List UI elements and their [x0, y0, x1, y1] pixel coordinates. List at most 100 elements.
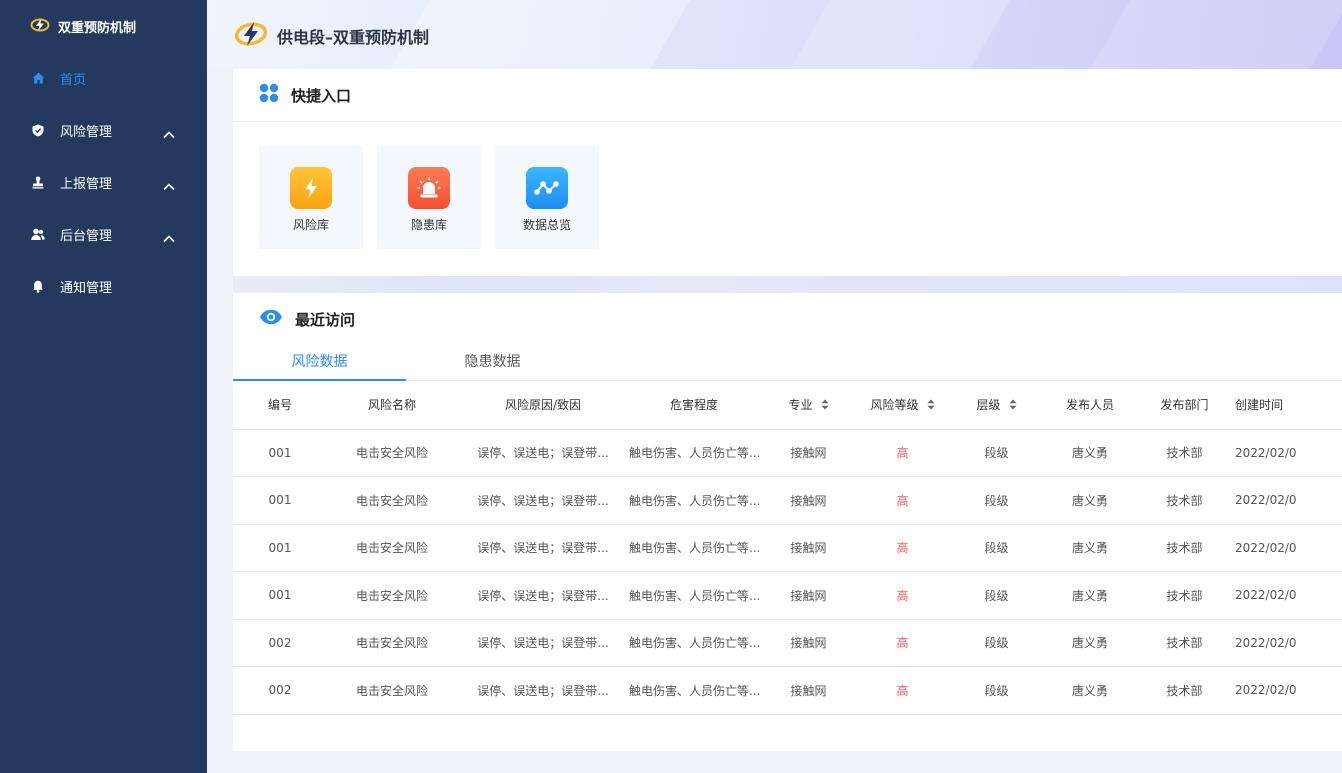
cell-major: 接触网	[759, 429, 858, 477]
cell-id: 001	[233, 476, 327, 525]
alarm-icon	[408, 167, 450, 209]
cell-level: 高	[858, 666, 947, 715]
column-header: 发布部门	[1134, 381, 1235, 430]
cell-dept: 技术部	[1134, 571, 1235, 620]
sidebar-item-admin[interactable]: 后台管理	[0, 208, 207, 260]
lightning-logo-icon	[30, 17, 50, 36]
cell-publisher: 唐义勇	[1046, 571, 1134, 620]
table-row[interactable]: 001 电击安全风险 误停、误送电；误登带... 触电伤害、人员伤亡等... 接触网高段…	[233, 429, 1342, 477]
cell-dept: 技术部	[1134, 524, 1235, 572]
lightning-logo-icon	[234, 20, 268, 52]
recent-visits-card: 最近访问 风险数据 隐患数据 编号 风险名称 风险原因/致因 危害程度 专业 风…	[233, 293, 1342, 751]
cell-harm: 触电伤害、人员伤亡等...	[629, 429, 759, 477]
cell-publisher: 唐义勇	[1046, 429, 1134, 477]
cell-name: 电击安全风险	[327, 476, 457, 525]
cell-dept: 技术部	[1134, 619, 1235, 667]
cell-major: 接触网	[759, 524, 858, 572]
cell-publisher: 唐义勇	[1046, 476, 1134, 525]
header: 供电段–双重预防机制	[207, 0, 1342, 69]
cell-publisher: 唐义勇	[1046, 524, 1134, 572]
cell-name: 电击安全风险	[327, 619, 457, 667]
cell-harm: 触电伤害、人员伤亡等...	[629, 619, 759, 667]
cell-major: 接触网	[759, 571, 858, 620]
table-row[interactable]: 002 电击安全风险 误停、误送电；误登带... 触电伤害、人员伤亡等... 接触网高段…	[233, 666, 1342, 715]
cell-level: 高	[858, 429, 947, 477]
cell-level: 高	[858, 571, 947, 620]
page-title: 供电段–双重预防机制	[277, 28, 430, 47]
column-header-sortable[interactable]: 层级	[947, 381, 1046, 430]
stamp-icon	[30, 174, 46, 190]
cell-id: 001	[233, 524, 327, 572]
column-header-sortable[interactable]: 专业	[759, 381, 858, 430]
sort-icon[interactable]	[1009, 399, 1017, 413]
sidebar-item-label: 风险管理	[60, 124, 113, 140]
chevron-up-icon[interactable]	[163, 124, 175, 143]
column-header: 风险名称	[327, 381, 457, 430]
cell-dept: 技术部	[1134, 666, 1235, 715]
sidebar-item-label: 通知管理	[60, 280, 113, 296]
sidebar: 双重预防机制 首页 风险管理 上报管理 后台管理 通知管理	[0, 0, 207, 773]
sidebar-item-risk[interactable]: 风险管理	[0, 104, 207, 156]
tab-risk-data[interactable]: 风险数据	[233, 345, 406, 381]
sidebar-item-label: 后台管理	[60, 228, 113, 244]
cell-cause: 误停、误送电；误登带...	[457, 429, 629, 477]
sidebar-item-report[interactable]: 上报管理	[0, 156, 207, 208]
recent-visits-title: 最近访问	[295, 310, 356, 329]
cell-cause: 误停、误送电；误登带...	[457, 476, 629, 525]
column-header: 编号	[233, 381, 327, 430]
bell-icon	[30, 278, 46, 294]
tile-hazard-library[interactable]: 隐患库	[377, 146, 481, 249]
sidebar-item-home[interactable]: 首页	[0, 52, 207, 104]
sidebar-item-label: 首页	[60, 72, 87, 88]
sort-icon[interactable]	[821, 399, 829, 413]
table-row[interactable]: 001 电击安全风险 误停、误送电；误登带... 触电伤害、人员伤亡等... 接触网高段…	[233, 476, 1342, 525]
cell-name: 电击安全风险	[327, 571, 457, 620]
table-header-row: 编号 风险名称 风险原因/致因 危害程度 专业 风险等级 层级 发布人员 发布部…	[233, 381, 1342, 430]
cell-tier: 段级	[947, 571, 1046, 620]
tile-risk-library[interactable]: 风险库	[259, 146, 363, 249]
cell-id: 002	[233, 666, 327, 715]
cell-harm: 触电伤害、人员伤亡等...	[629, 666, 759, 715]
cell-level: 高	[858, 524, 947, 572]
column-header-sortable[interactable]: 风险等级	[858, 381, 947, 430]
brand[interactable]: 双重预防机制	[0, 0, 207, 52]
quick-entry-title: 快捷入口	[291, 86, 352, 105]
chevron-up-icon[interactable]	[163, 228, 175, 247]
recent-visits-header: 最近访问	[233, 293, 1342, 345]
cell-id: 001	[233, 571, 327, 620]
quick-entry-card: 快捷入口 风险库 隐患库 数据总览	[233, 69, 1342, 276]
cell-name: 电击安全风险	[327, 666, 457, 715]
cell-harm: 触电伤害、人员伤亡等...	[629, 524, 759, 572]
cell-tier: 段级	[947, 619, 1046, 667]
chevron-up-icon[interactable]	[163, 176, 175, 195]
column-header: 创建时间	[1235, 381, 1342, 430]
cell-level: 高	[858, 476, 947, 525]
quick-tiles: 风险库 隐患库 数据总览	[259, 146, 599, 249]
users-icon	[30, 226, 46, 242]
cell-date: 2022/02/0	[1235, 429, 1342, 477]
cell-tier: 段级	[947, 524, 1046, 572]
quick-entry-header: 快捷入口	[233, 69, 1342, 122]
tile-label: 数据总览	[522, 218, 571, 232]
table-row[interactable]: 002 电击安全风险 误停、误送电；误登带... 触电伤害、人员伤亡等... 接触网高段…	[233, 619, 1342, 667]
cell-cause: 误停、误送电；误登带...	[457, 524, 629, 572]
sort-icon[interactable]	[927, 399, 935, 413]
column-header: 发布人员	[1046, 381, 1134, 430]
cell-publisher: 唐义勇	[1046, 619, 1134, 667]
cell-harm: 触电伤害、人员伤亡等...	[629, 476, 759, 525]
cell-id: 001	[233, 429, 327, 477]
cell-date: 2022/02/0	[1235, 476, 1342, 525]
grid-dots-icon	[259, 83, 279, 107]
tile-data-overview[interactable]: 数据总览	[495, 146, 599, 249]
cell-id: 002	[233, 619, 327, 667]
table-row[interactable]: 001 电击安全风险 误停、误送电；误登带... 触电伤害、人员伤亡等... 接触网高段…	[233, 524, 1342, 572]
tab-hazard-data[interactable]: 隐患数据	[406, 345, 579, 381]
cell-date: 2022/02/0	[1235, 524, 1342, 572]
table-row[interactable]: 001 电击安全风险 误停、误送电；误登带... 触电伤害、人员伤亡等... 接触网高段…	[233, 571, 1342, 620]
sidebar-item-notify[interactable]: 通知管理	[0, 260, 207, 312]
cell-cause: 误停、误送电；误登带...	[457, 619, 629, 667]
column-header: 危害程度	[629, 381, 759, 430]
tile-label: 隐患库	[410, 218, 447, 232]
cell-level: 高	[858, 619, 947, 667]
cell-publisher: 唐义勇	[1046, 666, 1134, 715]
